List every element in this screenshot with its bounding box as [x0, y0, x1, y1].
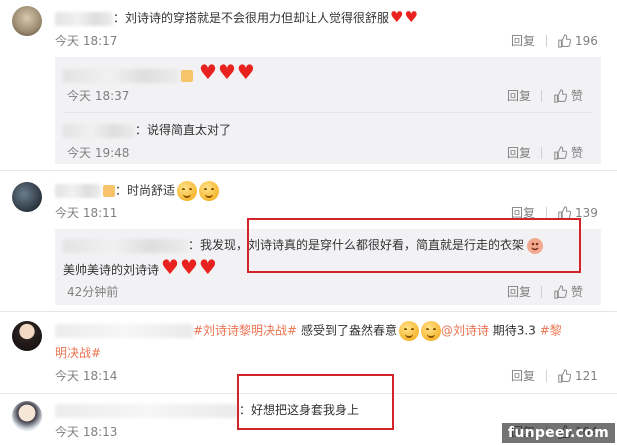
topic-link[interactable]: 明决战#: [55, 346, 101, 360]
timestamp: 今天 18:17: [55, 34, 118, 48]
divider: [546, 35, 547, 47]
avatar[interactable]: [12, 6, 42, 36]
divider: [541, 147, 542, 159]
like-label: 赞: [571, 89, 584, 103]
highlight-box: [237, 374, 394, 430]
smile-emoji: [199, 181, 220, 201]
heart-emoji: ♥: [198, 255, 217, 279]
like-label: 赞: [571, 146, 584, 160]
reply-button[interactable]: 回复: [511, 33, 535, 49]
comment-text: ：刘诗诗的穿搭就是不会很用力但却让人觉得很舒服♥♥: [55, 9, 418, 27]
username[interactable]: [55, 403, 239, 418]
reply-button[interactable]: 回复: [507, 284, 531, 300]
divider: [541, 90, 542, 102]
avatar[interactable]: [12, 321, 42, 351]
like-button[interactable]: 赞: [553, 284, 583, 300]
reply-button[interactable]: 回复: [507, 88, 531, 104]
reply-text: ：说得简直太对了: [63, 121, 231, 139]
divider: [0, 311, 617, 312]
like-button[interactable]: 赞: [553, 145, 583, 161]
username[interactable]: [63, 238, 188, 253]
comment-text-line2: 明决战#: [55, 344, 101, 362]
avatar[interactable]: [12, 401, 42, 431]
comment-text: #刘诗诗黎明决战# 感受到了盎然春意 @刘诗诗 期待3.3 #黎: [55, 321, 562, 341]
timestamp: 今天 19:48: [67, 146, 130, 160]
mention-link[interactable]: @刘诗诗: [441, 324, 489, 338]
topic-link[interactable]: #刘诗诗黎明决战#: [193, 324, 297, 338]
badge-icon: [103, 185, 115, 197]
username[interactable]: [55, 184, 101, 198]
topic-link[interactable]: #黎: [540, 324, 562, 338]
like-label: 赞: [571, 285, 584, 299]
timestamp: 今天 18:14: [55, 369, 118, 383]
heart-emoji: ♥: [199, 60, 217, 84]
reply-button[interactable]: 回复: [507, 145, 531, 161]
thumbs-up-icon: [554, 285, 567, 299]
heart-emoji: ♥: [236, 60, 255, 84]
thumbs-up-icon: [554, 89, 567, 103]
reply-button[interactable]: 回复: [511, 368, 535, 384]
timestamp: 今天 18:11: [55, 206, 118, 220]
reply-text-line2: 美帅美诗的刘诗诗 ♥♥♥: [63, 255, 217, 279]
highlight-box: [247, 218, 581, 273]
divider: [546, 370, 547, 382]
heart-emoji: ♥: [161, 255, 179, 279]
watermark: funpeer.com: [501, 423, 615, 443]
divider: [63, 112, 593, 113]
heart-emoji: ♥: [179, 255, 198, 279]
like-button[interactable]: 赞: [553, 88, 583, 104]
timestamp: 42分钟前: [67, 285, 119, 299]
heart-emoji: ♥: [404, 8, 418, 26]
like-count: 196: [575, 34, 598, 48]
thumbs-up-icon: [554, 146, 567, 160]
username[interactable]: [63, 123, 135, 138]
timestamp: 今天 18:13: [55, 425, 118, 439]
heart-emoji: ♥: [217, 60, 236, 84]
username[interactable]: [63, 68, 179, 83]
thumbs-up-icon: [558, 34, 571, 48]
divider: [541, 286, 542, 298]
divider: [0, 170, 617, 171]
username[interactable]: [55, 324, 193, 338]
smile-emoji: [177, 181, 198, 201]
like-count: 121: [575, 369, 598, 383]
heart-emoji: ♥: [390, 8, 404, 26]
smile-emoji: [420, 321, 441, 341]
smile-emoji: [398, 321, 419, 341]
like-button[interactable]: 196: [557, 33, 598, 49]
comment-text: ：时尚舒适: [55, 181, 220, 201]
thumbs-up-icon: [558, 369, 571, 383]
reply-text: ♥♥♥: [63, 60, 255, 84]
avatar[interactable]: [12, 182, 42, 212]
username[interactable]: [55, 11, 113, 26]
like-button[interactable]: 121: [557, 368, 598, 384]
timestamp: 今天 18:37: [67, 89, 130, 103]
badge-icon: [181, 69, 193, 82]
